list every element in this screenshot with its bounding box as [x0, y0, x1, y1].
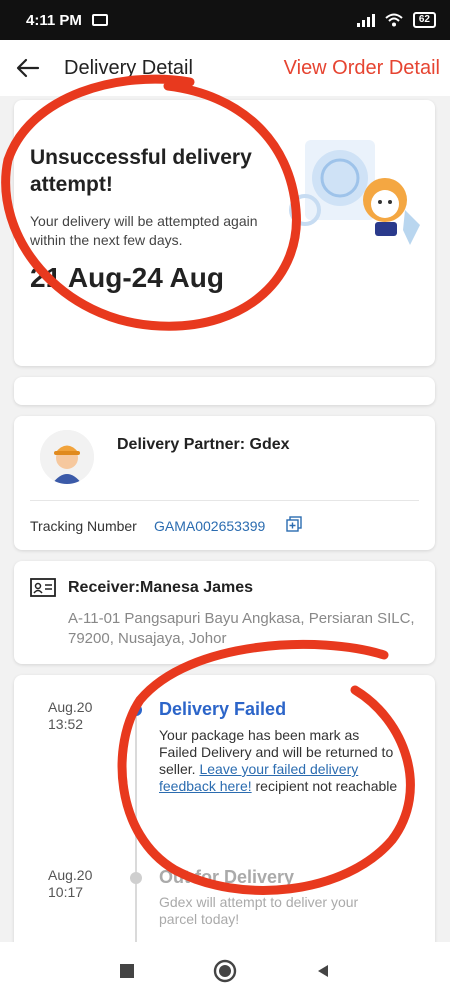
status-subtitle: Your delivery will be attempted again wi… [30, 213, 258, 248]
delivery-mascot-illustration [289, 140, 420, 245]
event-title: Delivery Failed [159, 699, 287, 719]
battery-icon: 62 [412, 12, 436, 28]
clock: 4:11 PM [26, 11, 82, 29]
divider [30, 500, 419, 501]
courier-avatar-icon [40, 430, 94, 484]
delivery-status-card: Unsuccessful delivery attempt! Your deli… [14, 100, 435, 366]
delivery-partner-card: Delivery Partner: Gdex Tracking Number G… [14, 416, 435, 550]
view-order-detail-link[interactable]: View Order Detail [284, 57, 440, 80]
back-button[interactable] [0, 40, 56, 96]
copy-icon[interactable] [286, 516, 302, 532]
receiver-address: A-11-01 Pangsapuri Bayu Angkasa, Persiar… [68, 610, 415, 647]
back-nav-icon [318, 965, 328, 977]
wifi-icon [385, 13, 403, 27]
event-description: Gdex will attempt to deliver your parcel… [159, 894, 359, 927]
status-bar: 4:11 PM 62 [0, 0, 450, 40]
home-icon [213, 959, 237, 983]
receiver-name: Receiver:Manesa James [68, 579, 254, 596]
home-button[interactable] [211, 957, 239, 985]
system-navigation-bar [0, 942, 450, 1000]
past-event-dot [130, 872, 142, 884]
top-app-bar: Delivery Detail View Order Detail [0, 40, 450, 96]
recent-apps-button[interactable] [113, 957, 141, 985]
empty-info-card [14, 377, 435, 405]
back-arrow-icon [16, 58, 40, 78]
timeline-line [135, 709, 137, 949]
event-description: Your package has been mark as Failed Del… [159, 727, 398, 794]
event-date: Aug.20 13:52 [48, 699, 93, 732]
tracking-number-label: Tracking Number [30, 518, 137, 534]
stop-icon [120, 964, 134, 978]
active-event-dot [130, 704, 142, 716]
screen-icon [91, 14, 108, 26]
page-title: Delivery Detail [64, 56, 193, 79]
signal-icon [356, 13, 375, 27]
delivery-partner-name: Delivery Partner: Gdex [117, 436, 290, 453]
delivery-date-range: 21 Aug-24 Aug [30, 262, 224, 293]
event-date: Aug.20 10:17 [48, 867, 93, 900]
tracking-timeline: Aug.20 13:52 Delivery Failed Your packag… [14, 675, 435, 950]
back-nav-button[interactable] [309, 957, 337, 985]
event-title: Out for Delivery [159, 867, 295, 887]
status-title: Unsuccessful delivery attempt! [30, 146, 252, 196]
receiver-card-icon [30, 578, 56, 597]
receiver-card: Receiver:Manesa James A-11-01 Pangsapuri… [14, 561, 435, 664]
tracking-number-value[interactable]: GAMA002653399 [154, 518, 265, 534]
